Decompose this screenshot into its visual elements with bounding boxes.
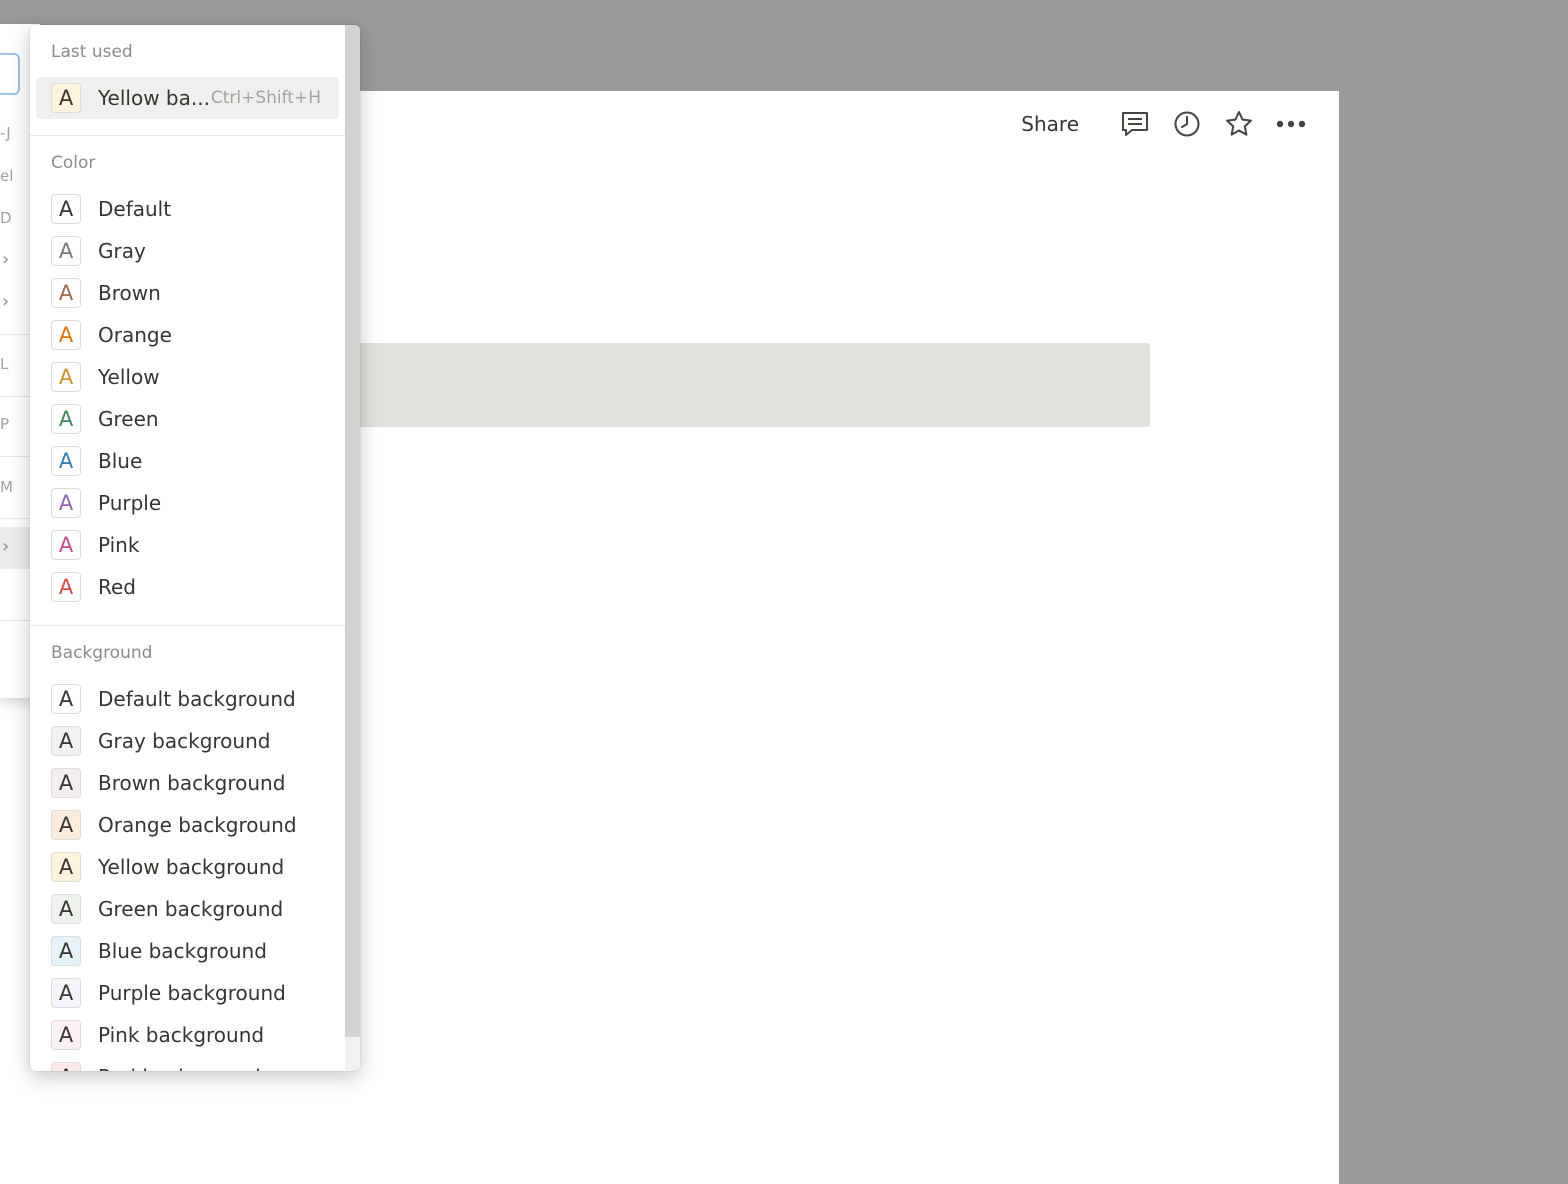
star-icon[interactable] (1219, 105, 1259, 143)
swatch-a-icon: A (51, 852, 81, 882)
scrollbar-thumb[interactable] (345, 25, 360, 1037)
option-label: Purple background (98, 981, 286, 1005)
option-label: Brown (98, 281, 161, 305)
swatch-a-icon: A (51, 684, 81, 714)
swatch-a-icon: A (51, 572, 81, 602)
menu-item-fragment: el (0, 167, 14, 185)
background-heading: Background (51, 643, 153, 663)
swatch-a-icon: A (51, 978, 81, 1008)
color-option-default[interactable]: A Default (36, 188, 339, 230)
option-label: Pink background (98, 1023, 265, 1047)
color-option-red[interactable]: A Red (36, 566, 339, 608)
swatch-a-icon: A (51, 404, 81, 434)
share-button[interactable]: Share (1021, 112, 1079, 136)
background-option-default-background[interactable]: A Default background (36, 678, 339, 720)
swatch-a-icon: A (51, 488, 81, 518)
background-option-yellow-background[interactable]: A Yellow background (36, 846, 339, 888)
option-label: Orange background (98, 813, 297, 837)
option-label: Blue (98, 449, 143, 473)
option-label: Red (98, 575, 136, 599)
shortcut-fragment: -J (0, 124, 11, 142)
shortcut-fragment: P (0, 415, 10, 433)
option-label: Yellow (98, 365, 160, 389)
chevron-right-icon: › (2, 536, 10, 557)
background-option-orange-background[interactable]: A Orange background (36, 804, 339, 846)
color-option-brown[interactable]: A Brown (36, 272, 339, 314)
option-label: Green background (98, 897, 284, 921)
clock-icon[interactable] (1167, 105, 1207, 143)
swatch-a-icon: A (51, 936, 81, 966)
color-option-purple[interactable]: A Purple (36, 482, 339, 524)
option-label: Default (98, 197, 172, 221)
color-option-yellow[interactable]: A Yellow (36, 356, 339, 398)
background-option-brown-background[interactable]: A Brown background (36, 762, 339, 804)
swatch-a-icon: A (51, 1020, 81, 1050)
menu-search-input[interactable] (0, 53, 20, 95)
color-option-blue[interactable]: A Blue (36, 440, 339, 482)
swatch-a-icon: A (51, 236, 81, 266)
option-label: Orange (98, 323, 172, 347)
swatch-a-icon: A (51, 810, 81, 840)
option-label: Brown background (98, 771, 286, 795)
option-label: Purple (98, 491, 162, 515)
background-option-red-background[interactable]: A Red background (36, 1056, 339, 1071)
background-option-purple-background[interactable]: A Purple background (36, 972, 339, 1014)
shortcut-fragment: M (0, 478, 13, 496)
option-label: Default background (98, 687, 296, 711)
option-label: Green (98, 407, 159, 431)
swatch-a-icon: A (51, 320, 81, 350)
more-icon[interactable] (1271, 105, 1311, 143)
last-used-heading: Last used (51, 42, 133, 62)
background-option-blue-background[interactable]: A Blue background (36, 930, 339, 972)
color-option-pink[interactable]: A Pink (36, 524, 339, 566)
shortcut-fragment: D (0, 209, 12, 227)
swatch-a-icon: A (51, 530, 81, 560)
option-label: Pink (98, 533, 140, 557)
color-heading: Color (51, 153, 96, 173)
color-option-orange[interactable]: A Orange (36, 314, 339, 356)
option-label: Gray background (98, 729, 271, 753)
swatch-a-icon: A (51, 83, 81, 113)
comment-icon[interactable] (1115, 105, 1155, 143)
last-used-shortcut: Ctrl+Shift+H (210, 88, 321, 108)
option-label: Red background (98, 1065, 261, 1071)
last-used-label: Yellow ba... (98, 86, 210, 110)
shortcut-fragment: L (0, 355, 9, 373)
divider (30, 625, 345, 626)
background-option-gray-background[interactable]: A Gray background (36, 720, 339, 762)
swatch-a-icon: A (51, 1062, 81, 1071)
swatch-a-icon: A (51, 194, 81, 224)
last-used-item[interactable]: A Yellow ba... Ctrl+Shift+H (36, 77, 339, 119)
chevron-right-icon: › (2, 291, 10, 312)
page-topbar: Share (1021, 105, 1311, 143)
swatch-a-icon: A (51, 726, 81, 756)
swatch-a-icon: A (51, 278, 81, 308)
option-label: Yellow background (98, 855, 285, 879)
color-picker-dropdown: Last used A Yellow ba... Ctrl+Shift+H Co… (30, 25, 360, 1071)
divider (30, 135, 345, 136)
color-option-gray[interactable]: A Gray (36, 230, 339, 272)
chevron-right-icon: › (2, 249, 10, 270)
option-label: Blue background (98, 939, 267, 963)
option-label: Gray (98, 239, 146, 263)
swatch-a-icon: A (51, 362, 81, 392)
swatch-a-icon: A (51, 446, 81, 476)
color-option-green[interactable]: A Green (36, 398, 339, 440)
background-option-green-background[interactable]: A Green background (36, 888, 339, 930)
swatch-a-icon: A (51, 894, 81, 924)
background-option-pink-background[interactable]: A Pink background (36, 1014, 339, 1056)
swatch-a-icon: A (51, 768, 81, 798)
